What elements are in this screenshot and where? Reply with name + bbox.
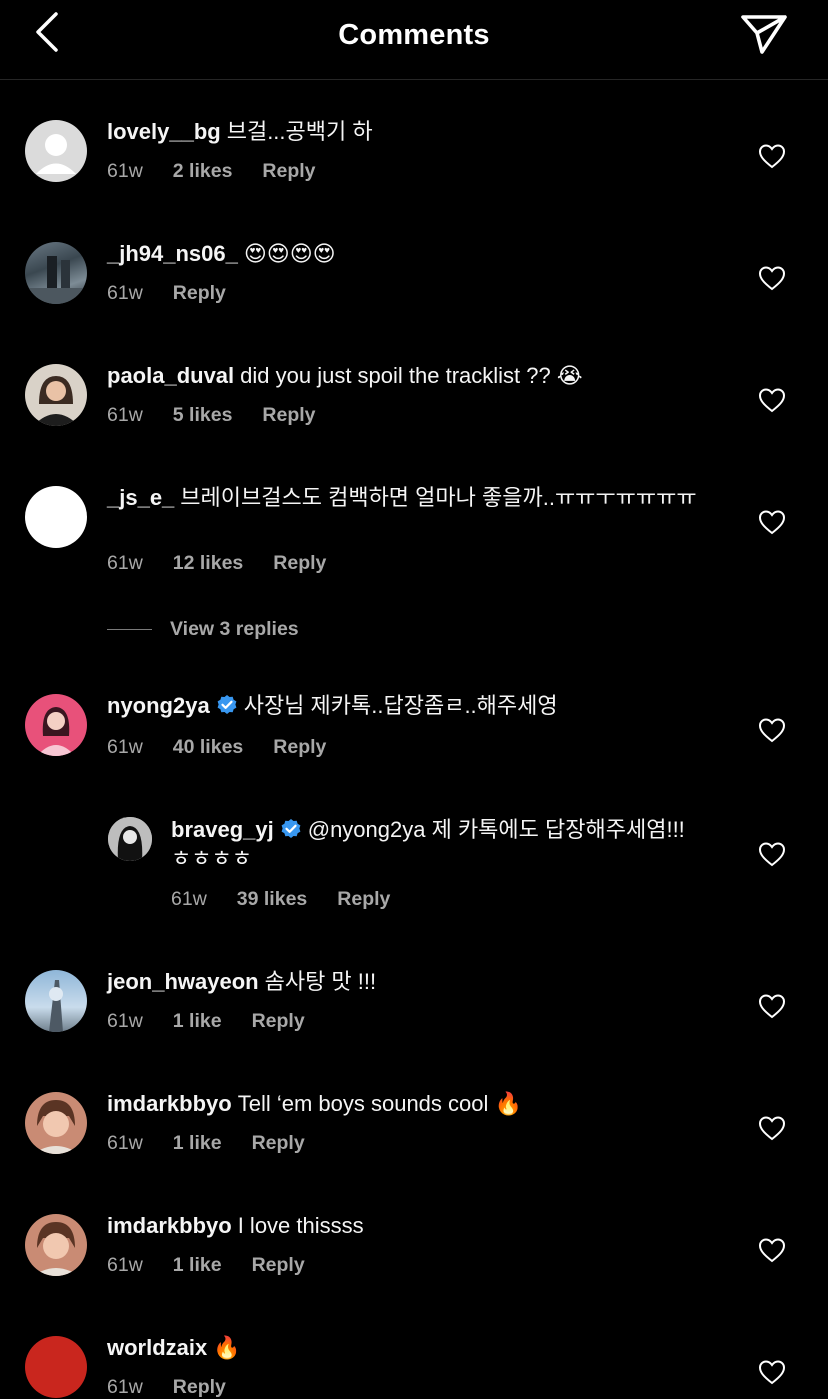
comment-body: Tell ‘em boys sounds cool 🔥	[237, 1091, 522, 1116]
avatar[interactable]	[25, 242, 87, 304]
reply-button[interactable]: Reply	[252, 1132, 305, 1155]
comment-text: nyong2ya 사장님 제카톡..답장좀ㄹ..해주세영	[107, 691, 707, 720]
heart-icon[interactable]	[758, 143, 786, 169]
comment-meta: 61w 5 likes Reply	[107, 404, 346, 427]
comment-body: 브레이브걸스도 컴백하면 얼마나 좋을까..ㅠㅠㅜㅠㅠㅠㅠ	[180, 485, 697, 510]
comment-body: 😍😍😍😍	[243, 242, 336, 267]
verified-badge-icon	[281, 819, 301, 838]
username[interactable]: imdarkbbyo	[107, 1213, 232, 1238]
comment-text: _js_e_ 브레이브걸스도 컴백하면 얼마나 좋을까..ㅠㅠㅜㅠㅠㅠㅠ	[107, 483, 707, 512]
avatar[interactable]	[25, 120, 87, 182]
share-button[interactable]	[738, 12, 790, 56]
username[interactable]: jeon_hwayeon	[107, 969, 259, 994]
heart-icon[interactable]	[758, 1359, 786, 1385]
comment-meta: 61w 1 like Reply	[107, 1254, 335, 1277]
timestamp: 61w	[107, 736, 143, 758]
comment-body: 솜사탕 맛 !!!	[264, 969, 377, 994]
comment-text: braveg_yj @nyong2ya 제 카톡에도 답장해주세염!!!ㅎㅎㅎㅎ	[171, 815, 701, 873]
comment-body: 브걸...공백기 하	[226, 119, 373, 144]
username[interactable]: nyong2ya	[107, 693, 210, 718]
comment-meta: 61w Reply	[107, 1376, 256, 1399]
heart-icon[interactable]	[758, 1237, 786, 1263]
avatar[interactable]	[25, 486, 87, 548]
avatar[interactable]	[108, 817, 152, 861]
timestamp: 61w	[107, 160, 143, 182]
divider	[107, 629, 152, 631]
likes-count[interactable]: 1 like	[173, 1010, 222, 1033]
timestamp: 61w	[107, 1254, 143, 1276]
username[interactable]: imdarkbbyo	[107, 1091, 232, 1116]
view-replies-label: View 3 replies	[170, 618, 299, 640]
comment-meta: 61w Reply	[107, 282, 256, 305]
username[interactable]: paola_duval	[107, 363, 234, 388]
comment-body: 사장님 제카톡..답장좀ㄹ..해주세영	[243, 693, 558, 718]
header-bar: Comments	[0, 0, 828, 80]
reply-button[interactable]: Reply	[262, 160, 315, 183]
comment-meta: 61w 40 likes Reply	[107, 736, 356, 759]
comment-meta: 61w 1 like Reply	[107, 1010, 335, 1033]
username[interactable]: _jh94_ns06_	[107, 241, 238, 266]
comment-text: imdarkbbyo Tell ‘em boys sounds cool 🔥	[107, 1089, 707, 1118]
likes-count[interactable]: 5 likes	[173, 404, 233, 427]
heart-icon[interactable]	[758, 387, 786, 413]
comment-meta: 61w 1 like Reply	[107, 1132, 335, 1155]
heart-icon[interactable]	[758, 265, 786, 291]
timestamp: 61w	[107, 1376, 143, 1398]
timestamp: 61w	[107, 1010, 143, 1032]
comment-meta: 61w 12 likes Reply	[107, 552, 356, 575]
comment-meta: 61w 39 likes Reply	[171, 888, 420, 911]
reply-button[interactable]: Reply	[262, 404, 315, 427]
paper-plane-icon	[741, 15, 787, 54]
timestamp: 61w	[107, 404, 143, 426]
reply-button[interactable]: Reply	[337, 888, 390, 911]
comment-text: jeon_hwayeon 솜사탕 맛 !!!	[107, 967, 707, 996]
avatar[interactable]	[25, 1214, 87, 1276]
username[interactable]: lovely__bg	[107, 119, 221, 144]
heart-icon[interactable]	[758, 509, 786, 535]
likes-count[interactable]: 2 likes	[173, 160, 233, 183]
comment-text: worldzaix 🔥	[107, 1333, 707, 1362]
reply-button[interactable]: Reply	[273, 552, 326, 575]
comment-body: did you just spoil the tracklist ?? 😭	[240, 363, 583, 388]
comment-text: _jh94_ns06_ 😍😍😍😍	[107, 239, 707, 269]
likes-count[interactable]: 12 likes	[173, 552, 243, 575]
username[interactable]: _js_e_	[107, 485, 174, 510]
avatar[interactable]	[25, 364, 87, 426]
avatar[interactable]	[25, 1336, 87, 1398]
comment-text: paola_duval did you just spoil the trackl…	[107, 361, 707, 390]
comment-body: I love thissss	[237, 1213, 364, 1238]
heart-icon[interactable]	[758, 1115, 786, 1141]
avatar[interactable]	[25, 1092, 87, 1154]
reply-button[interactable]: Reply	[273, 736, 326, 759]
timestamp: 61w	[107, 282, 143, 304]
likes-count[interactable]: 1 like	[173, 1254, 222, 1277]
heart-icon[interactable]	[758, 993, 786, 1019]
likes-count[interactable]: 1 like	[173, 1132, 222, 1155]
view-replies-button[interactable]: View 3 replies	[107, 618, 407, 648]
page-title: Comments	[338, 19, 490, 51]
timestamp: 61w	[107, 552, 143, 574]
username[interactable]: worldzaix	[107, 1335, 207, 1360]
reply-button[interactable]: Reply	[252, 1254, 305, 1277]
heart-icon[interactable]	[758, 717, 786, 743]
likes-count[interactable]: 40 likes	[173, 736, 243, 759]
comment-text: lovely__bg 브걸...공백기 하	[107, 117, 707, 146]
reply-button[interactable]: Reply	[173, 1376, 226, 1399]
timestamp: 61w	[107, 1132, 143, 1154]
avatar[interactable]	[25, 694, 87, 756]
reply-button[interactable]: Reply	[252, 1010, 305, 1033]
verified-badge-icon	[217, 695, 237, 714]
comment-meta: 61w 2 likes Reply	[107, 160, 346, 183]
heart-icon[interactable]	[758, 841, 786, 867]
comment-text: imdarkbbyo I love thissss	[107, 1211, 707, 1240]
avatar[interactable]	[25, 970, 87, 1032]
likes-count[interactable]: 39 likes	[237, 888, 307, 911]
username[interactable]: braveg_yj	[171, 817, 274, 842]
timestamp: 61w	[171, 888, 207, 910]
comment-body: 🔥	[213, 1335, 241, 1360]
reply-button[interactable]: Reply	[173, 282, 226, 305]
